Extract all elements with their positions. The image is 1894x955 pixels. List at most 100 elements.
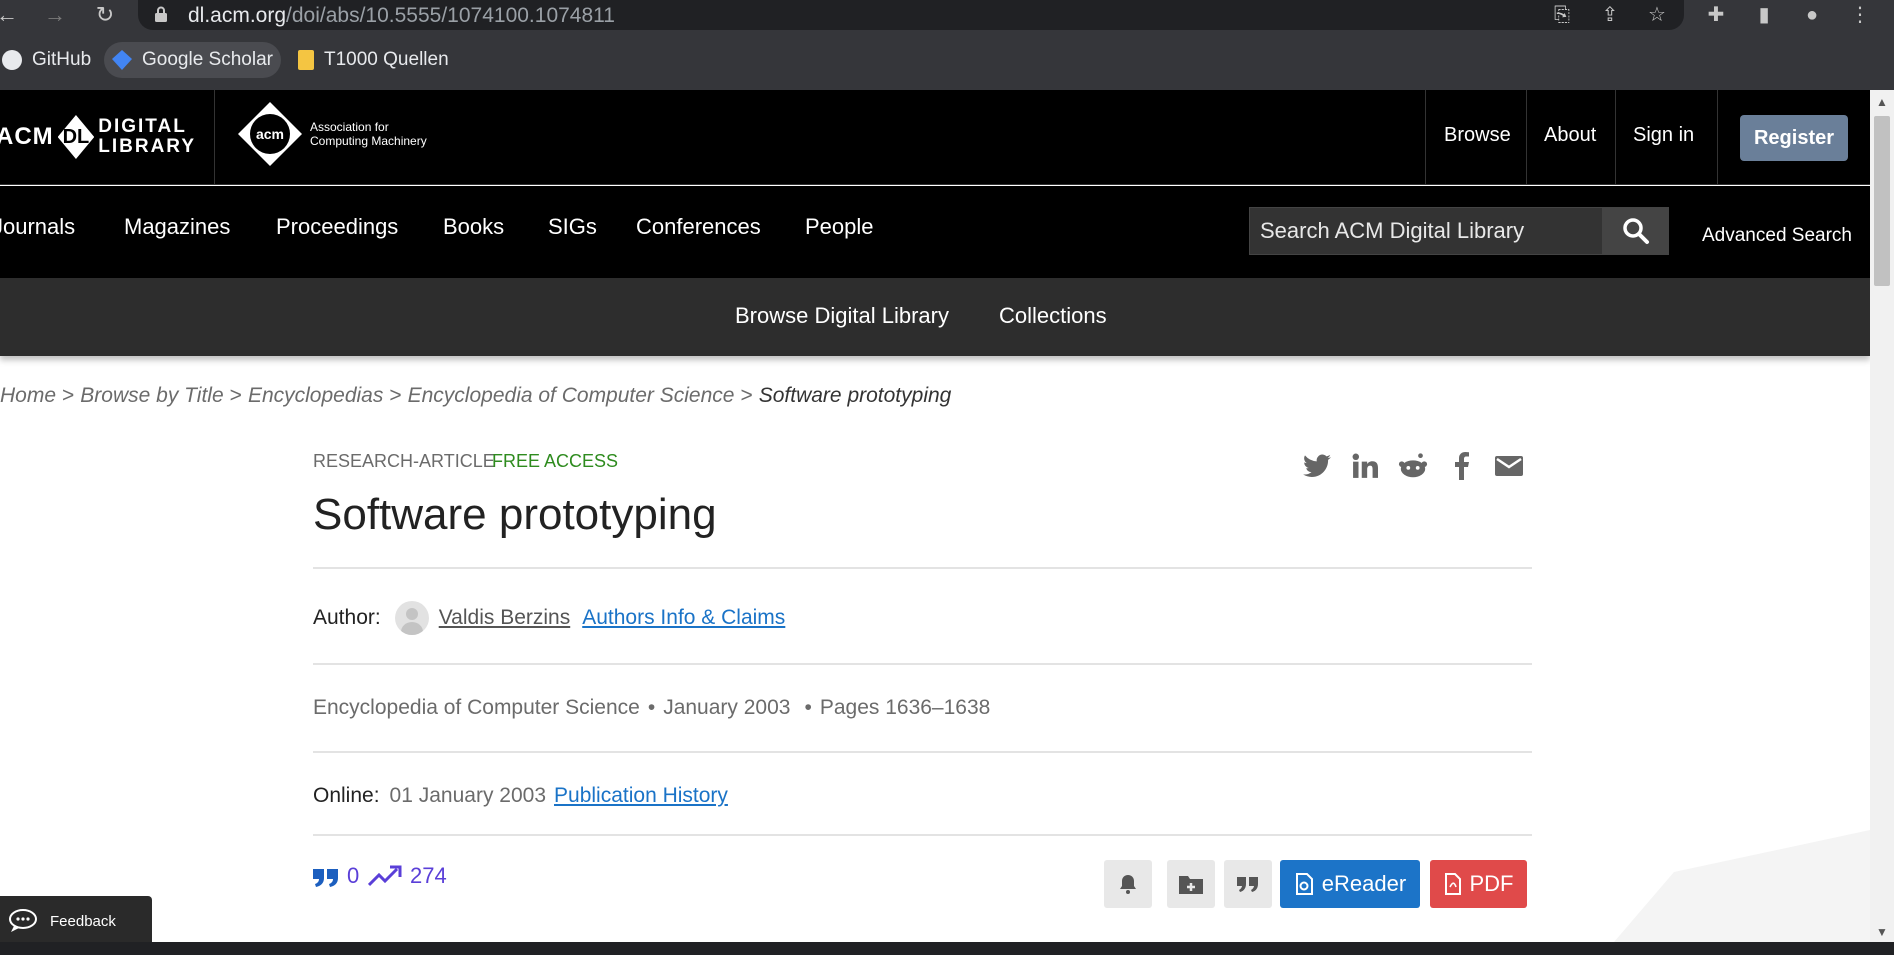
download-count: 274 [410,863,447,888]
logo-acm-text: ACM [0,123,54,150]
online-date: 01 January 2003 [389,784,547,807]
collections-link[interactable]: Collections [999,303,1107,329]
nav-proceedings[interactable]: Proceedings [276,214,398,240]
extensions-icon[interactable]: ✚ [1704,3,1728,27]
email-icon[interactable] [1494,451,1524,481]
bullet: • [804,696,812,719]
bookmark-star-icon[interactable]: ☆ [1645,3,1669,27]
bookmark-label: Google Scholar [142,49,273,70]
trending-up-icon [368,865,402,887]
scrollbar-thumb[interactable] [1874,116,1890,286]
advanced-search-link[interactable]: Advanced Search [1702,225,1852,247]
forward-icon[interactable]: → [42,2,68,28]
translate-icon[interactable]: ⎘ [1550,3,1574,27]
quote-icon [313,869,338,887]
breadcrumb-encyclopedia-cs[interactable]: Encyclopedia of Computer Science [408,384,735,407]
twitter-icon[interactable] [1302,451,1332,481]
reddit-icon[interactable] [1398,451,1428,481]
breadcrumb-home[interactable]: Home [0,384,56,407]
folder-plus-icon [1179,876,1203,894]
about-link[interactable]: About [1544,124,1596,147]
url-text[interactable]: dl.acm.org/doi/abs/10.5555/1074100.10748… [188,4,615,28]
bookmark-t1000[interactable]: T1000 Quellen [290,42,457,78]
acm-dl-logo[interactable]: ACM DL DIGITAL LIBRARY [0,112,196,162]
acm-org-mark: acm [250,114,290,154]
profile-icon[interactable]: ● [1800,3,1824,27]
divider [313,567,1532,569]
folder-icon [298,50,314,70]
divider [313,663,1532,665]
quote-icon [1237,877,1258,892]
scroll-up-icon[interactable]: ▲ [1876,96,1888,108]
nav-journals[interactable]: Journals [0,214,75,240]
pages: Pages 1636–1638 [819,696,991,719]
citations-metric[interactable]: 0 [313,863,359,889]
logo-words: DIGITAL LIBRARY [98,116,196,157]
citation-count: 0 [347,863,360,888]
feedback-button[interactable]: Feedback [0,896,152,942]
breadcrumb-encyclopedias[interactable]: Encyclopedias [248,384,383,407]
author-row: Author: Valdis Berzins Authors Info & Cl… [313,598,785,638]
acm-org-logo[interactable]: acm Association for Computing Machinery [238,102,427,166]
search-button[interactable] [1603,207,1669,255]
lock-icon [155,6,167,22]
nav-magazines[interactable]: Magazines [124,214,230,240]
publication-name[interactable]: Encyclopedia of Computer Science [313,696,640,720]
github-icon [2,50,22,70]
article-title: Software prototyping [313,490,717,539]
bookmark-label: GitHub [32,49,92,70]
bell-icon [1120,875,1136,894]
publication-row: Encyclopedia of Computer Science • Janua… [313,692,990,724]
browser-toolbar: ← → ↻ dl.acm.org/doi/abs/10.5555/1074100… [0,0,1894,30]
pdf-icon [1444,873,1461,895]
page-viewport: ACM DL DIGITAL LIBRARY acm Association fo… [0,90,1870,942]
taskbar-edge [0,942,1894,955]
bullet: • [647,696,656,719]
online-label: Online: [313,784,380,807]
breadcrumb-browse-by-title[interactable]: Browse by Title [80,384,223,407]
add-to-binder-button[interactable] [1167,860,1215,908]
side-panel-icon[interactable]: ▮ [1752,3,1776,27]
browse-digital-library-link[interactable]: Browse Digital Library [735,303,949,329]
ereader-button[interactable]: eReader [1280,860,1420,908]
acm-header: ACM DL DIGITAL LIBRARY acm Association fo… [0,90,1870,185]
browse-link[interactable]: Browse [1444,124,1511,147]
nav-sigs[interactable]: SIGs [548,214,597,240]
search-input[interactable]: Search ACM Digital Library [1249,207,1603,255]
nav-conferences[interactable]: Conferences [636,214,761,240]
divider [313,834,1532,836]
publication-history-link[interactable]: Publication History [554,784,728,808]
breadcrumb-current: Software prototyping [758,384,952,407]
nav-books[interactable]: Books [443,214,504,240]
linkedin-icon[interactable] [1350,451,1380,481]
bookmark-google-scholar[interactable]: Google Scholar [104,42,281,78]
online-row: Online: 01 January 2003 Publication Hist… [313,780,728,812]
facebook-icon[interactable] [1447,451,1477,481]
alert-button[interactable] [1104,860,1152,908]
access-badge: FREE ACCESS [492,451,619,471]
share-icon[interactable]: ⇪ [1598,3,1622,27]
reload-icon[interactable]: ↻ [92,2,118,28]
pdf-label: PDF [1469,871,1514,896]
google-scholar-icon [112,50,132,70]
scroll-down-icon[interactable]: ▼ [1876,926,1888,938]
author-name-link[interactable]: Valdis Berzins [439,606,571,630]
bookmark-github[interactable]: GitHub [0,42,99,78]
bookmarks-bar: GitHub Google Scholar T1000 Quellen [0,30,1894,90]
avatar [394,601,429,635]
register-button[interactable]: Register [1740,115,1848,161]
downloads-metric[interactable]: 274 [368,863,447,889]
chat-icon [9,909,37,932]
menu-icon[interactable]: ⋮ [1848,3,1872,27]
nav-people[interactable]: People [805,214,874,240]
ereader-label: eReader [1321,871,1407,896]
background-decoration [1590,830,1870,942]
authors-info-link[interactable]: Authors Info & Claims [582,606,785,630]
cite-button[interactable] [1224,860,1272,908]
sign-in-link[interactable]: Sign in [1633,124,1694,147]
ereader-icon [1295,873,1313,895]
breadcrumb: Home > Browse by Title > Encyclopedias > Encyc… [0,384,952,407]
article-type: RESEARCH-ARTICLE [313,451,495,471]
pdf-button[interactable]: PDF [1430,860,1527,908]
back-icon[interactable]: ← [0,2,20,28]
